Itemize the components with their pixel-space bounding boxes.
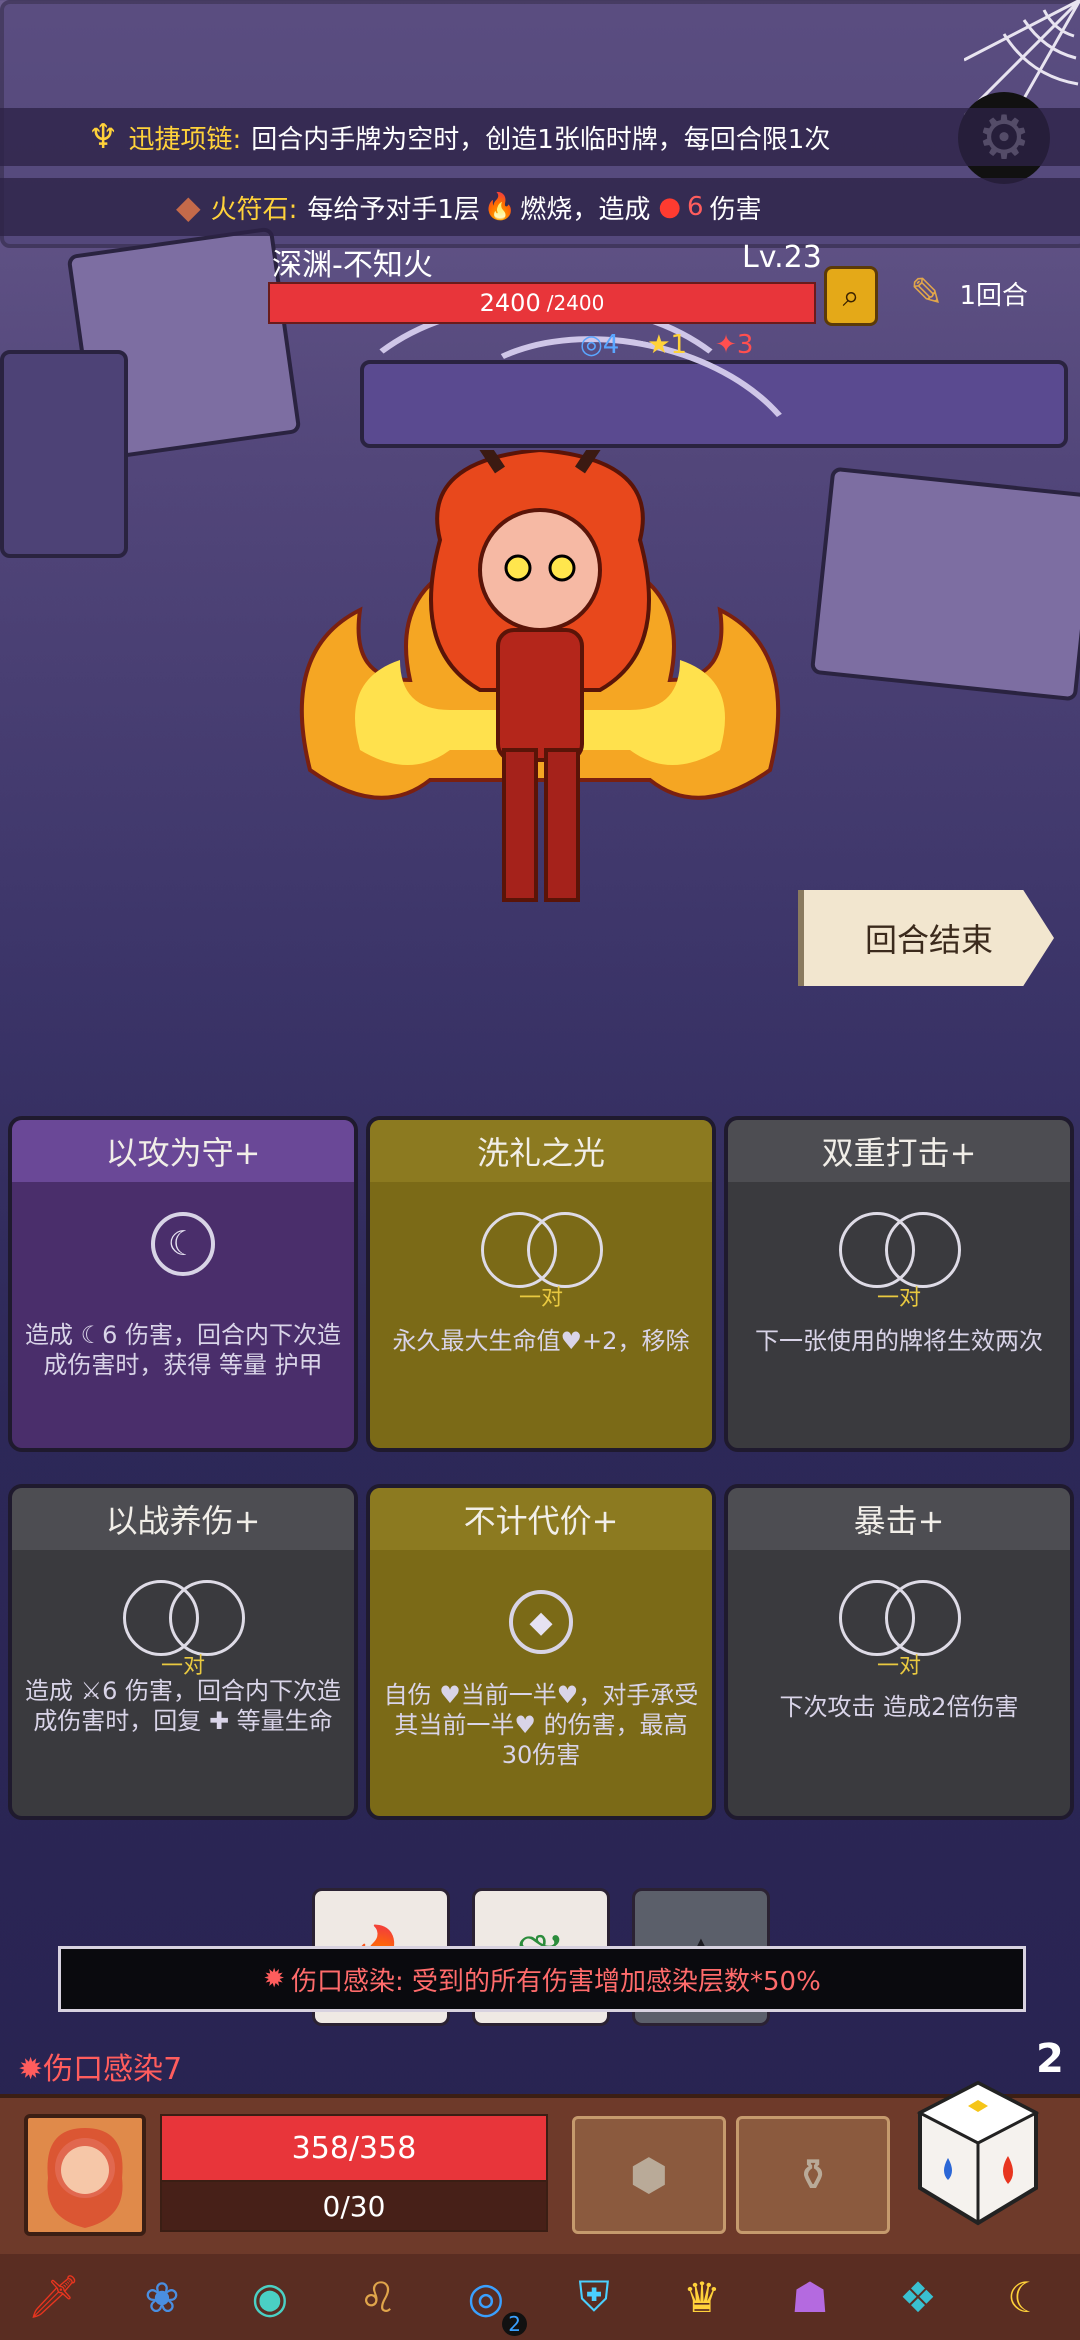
pair-icon — [123, 1580, 245, 1656]
magnifier-icon: ⌕ — [842, 278, 860, 314]
card-1[interactable]: 以攻为守+ ☾ 造成 ☾6 伤害，回合内下次造成伤害时，获得 等量 护甲 — [8, 1116, 358, 1452]
card-requirement: 一对 — [876, 1286, 921, 1311]
enemy-status-row: ◎4 ★1 ✦3 — [580, 330, 753, 360]
buff-text: 回合内手牌为空时，创造1张临时牌，每回合限1次 — [251, 124, 831, 155]
player-hp-bar: 358/358 — [160, 2114, 548, 2182]
dice-slot-1[interactable]: ⬢ — [572, 2116, 726, 2234]
buff-text: 每给予对手1层 — [307, 194, 480, 225]
card-title: 以战养伤+ — [12, 1488, 354, 1550]
pair-icon — [839, 1580, 961, 1656]
card-title: 双重打击+ — [728, 1120, 1070, 1182]
card-5[interactable]: 不计代价+ ◆ 自伤 ♥当前一半♥，对手承受其当前一半♥ 的伤害，最高30伤害 — [366, 1484, 716, 1820]
scroll-icon: ✎ — [910, 270, 944, 316]
card-2[interactable]: 洗礼之光 一对 永久最大生命值♥+2，移除 — [366, 1116, 716, 1452]
relic-crown-icon[interactable]: ♛ — [667, 2262, 737, 2332]
damage-value: 6 — [687, 192, 704, 222]
relic-shield-icon[interactable]: ⛨ — [559, 2262, 629, 2332]
card-title: 暴击+ — [728, 1488, 1070, 1550]
relic-spiral-icon[interactable]: ◎ 2 — [451, 2262, 527, 2336]
d20-icon: ⬢ — [629, 2149, 669, 2201]
burn-label: 燃烧 — [520, 194, 573, 225]
card-desc: 造成 ⚔6 伤害，回合内下次造成伤害时，回复 ✚ 等量生命 — [24, 1677, 342, 1735]
dice-count: 2 — [1036, 2036, 1064, 2082]
necklace-icon: ♆ — [88, 117, 119, 157]
card-requirement: 一对 — [518, 1286, 563, 1311]
player-avatar[interactable] — [24, 2114, 146, 2236]
bird-icon: ✦ — [715, 330, 737, 360]
player-shield-bar: 0/30 — [160, 2180, 548, 2232]
card-title: 不计代价+ — [370, 1488, 712, 1550]
enemy-hp-bar: 2400 /2400 — [268, 282, 816, 324]
spiral-icon: ◎ — [580, 330, 603, 360]
blood-drop-icon: ● — [658, 192, 682, 222]
status-tooltip: ✹ 伤口感染: 受到的所有伤害增加感染层数*50% — [58, 1946, 1026, 2012]
moon-icon: ☾ — [151, 1212, 215, 1276]
jar-icon: ⚱ — [794, 2149, 832, 2201]
bird-count: 3 — [736, 330, 754, 360]
card-desc: 自伤 ♥当前一半♥，对手承受其当前一半♥ 的伤害，最高30伤害 — [383, 1681, 699, 1769]
turn-label: 1回合 — [959, 280, 1029, 311]
wound-icon: ✹ — [263, 1964, 285, 1994]
relic-hood-icon[interactable]: ☗ — [775, 2262, 845, 2332]
relic-bar: 🗡 ❀ ◉ ♌ ◎ 2 ⛨ ♛ ☗ ❖ ☾ — [0, 2254, 1080, 2340]
card-4[interactable]: 以战养伤+ 一对 造成 ⚔6 伤害，回合内下次造成伤害时，回复 ✚ 等量生命 — [8, 1484, 358, 1820]
relic-moon-icon[interactable]: ☾ — [991, 2262, 1061, 2332]
enemy-level: Lv.23 — [742, 240, 822, 275]
enemy-name: 深渊-不知火 — [272, 248, 433, 283]
fire-rune-icon: ◆ — [176, 188, 201, 226]
tooltip-text: 伤口感染: 受到的所有伤害增加感染层数*50% — [290, 1966, 821, 1997]
star-icon: ★ — [647, 330, 671, 360]
end-turn-button[interactable]: 回合结束 — [798, 890, 1054, 986]
pair-icon — [481, 1212, 603, 1288]
star-count: 1 — [670, 330, 688, 360]
candle-shrine — [0, 350, 128, 558]
enemy-character[interactable] — [270, 436, 810, 930]
card-3[interactable]: 双重打击+ 一对 下一张使用的牌将生效两次 — [724, 1116, 1074, 1452]
card-6[interactable]: 暴击+ 一对 下次攻击 造成2倍伤害 — [724, 1484, 1074, 1820]
status-label: 伤口感染7 — [43, 2052, 183, 2087]
enemy-hp-max: /2400 — [546, 291, 605, 315]
buff-bar-firestone: ◆ 火符石: 每给予对手1层 🔥 燃烧 ，造成 ● 6 伤害 — [0, 178, 1080, 236]
diamond-icon: ◆ — [509, 1590, 573, 1654]
relic-mushroom-icon[interactable]: ❀ — [127, 2262, 197, 2332]
dice-slot-2[interactable]: ⚱ — [736, 2116, 890, 2234]
relic-dagger-icon[interactable]: 🗡 — [19, 2262, 89, 2332]
buff-name: 迅捷项链: — [128, 124, 242, 155]
wound-icon: ✹ — [18, 2052, 44, 2087]
card-title: 以攻为守+ — [12, 1120, 354, 1182]
buff-bar-necklace: ♆ 迅捷项链: 回合内手牌为空时，创造1张临时牌，每回合限1次 — [0, 108, 1080, 166]
card-desc: 永久最大生命值♥+2，移除 — [392, 1327, 690, 1355]
stone-slab — [809, 466, 1080, 702]
enemy-status-star[interactable]: ★1 — [647, 330, 687, 360]
enemy-info-button[interactable]: ⌕ — [824, 266, 878, 326]
buff-text: 伤害 — [709, 194, 762, 225]
card-desc: 下一张使用的牌将生效两次 — [755, 1327, 1043, 1355]
buff-text: ，造成 — [572, 194, 651, 225]
card-desc: 造成 ☾6 伤害，回合内下次造成伤害时，获得 等量 护甲 — [24, 1321, 342, 1379]
flame-icon: 🔥 — [483, 192, 517, 222]
pair-icon — [839, 1212, 961, 1288]
turn-counter: ✎ 1回合 — [910, 270, 1028, 316]
buff-name: 火符石: — [210, 194, 298, 225]
main-die[interactable] — [916, 2078, 1040, 2228]
relic-badge: 2 — [502, 2312, 527, 2336]
enemy-status-bird[interactable]: ✦3 — [715, 330, 753, 360]
relic-crystal-icon[interactable]: ❖ — [883, 2262, 953, 2332]
shield-count: 4 — [602, 330, 620, 360]
enemy-status-shield[interactable]: ◎4 — [580, 330, 619, 360]
relic-vortex-icon[interactable]: ◉ — [235, 2262, 305, 2332]
card-title: 洗礼之光 — [370, 1120, 712, 1182]
player-status-effect[interactable]: ✹伤口感染7 — [18, 2044, 182, 2088]
card-desc: 下次攻击 造成2倍伤害 — [779, 1693, 1019, 1721]
enemy-hp-current: 2400 — [479, 289, 541, 317]
relic-lion-icon[interactable]: ♌ — [343, 2262, 413, 2332]
card-requirement: 一对 — [876, 1654, 921, 1679]
